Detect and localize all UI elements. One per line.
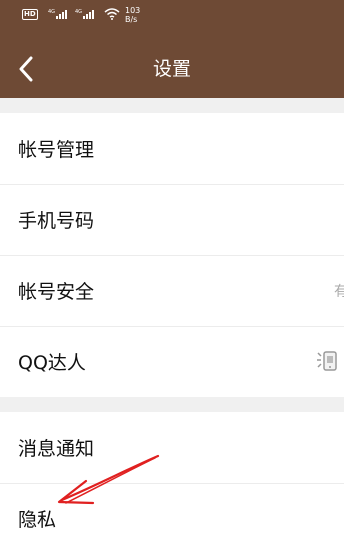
qq-expert-badge-icon: [317, 351, 337, 371]
settings-group-1: 帐号管理 手机号码 帐号安全 有 QQ达人: [0, 113, 344, 397]
svg-text:4G: 4G: [75, 9, 82, 15]
security-status-text: 有: [334, 283, 344, 300]
settings-item-label: QQ达人: [18, 352, 86, 374]
settings-item-phone-number[interactable]: 手机号码: [0, 184, 344, 255]
settings-item-privacy[interactable]: 隐私: [0, 483, 344, 554]
settings-item-account-management[interactable]: 帐号管理: [0, 113, 344, 184]
settings-group-2: 消息通知 隐私: [0, 412, 344, 554]
settings-item-account-security[interactable]: 帐号安全 有: [0, 255, 344, 326]
settings-item-label: 手机号码: [18, 210, 95, 232]
settings-item-label: 消息通知: [18, 438, 95, 460]
hd-icon: HD: [22, 9, 38, 20]
title-row: 设置: [0, 45, 344, 93]
page-title: 设置: [152, 58, 191, 80]
svg-text:4G: 4G: [48, 9, 55, 15]
settings-item-label: 帐号管理: [18, 139, 95, 161]
header-bar: HD 4G 4G 103 B/s 设置: [0, 0, 344, 98]
signal-4g-icon-2: 4G: [75, 9, 94, 19]
settings-item-notifications[interactable]: 消息通知: [0, 412, 344, 483]
signal-4g-icon: 4G: [48, 9, 67, 19]
settings-item-qq-expert[interactable]: QQ达人: [0, 326, 344, 397]
wifi-icon: [104, 8, 120, 20]
settings-item-label: 帐号安全: [18, 281, 95, 303]
settings-item-label: 隐私: [18, 509, 57, 531]
net-speed: 103 B/s: [125, 6, 141, 24]
status-bar: HD 4G 4G 103 B/s: [0, 0, 344, 30]
